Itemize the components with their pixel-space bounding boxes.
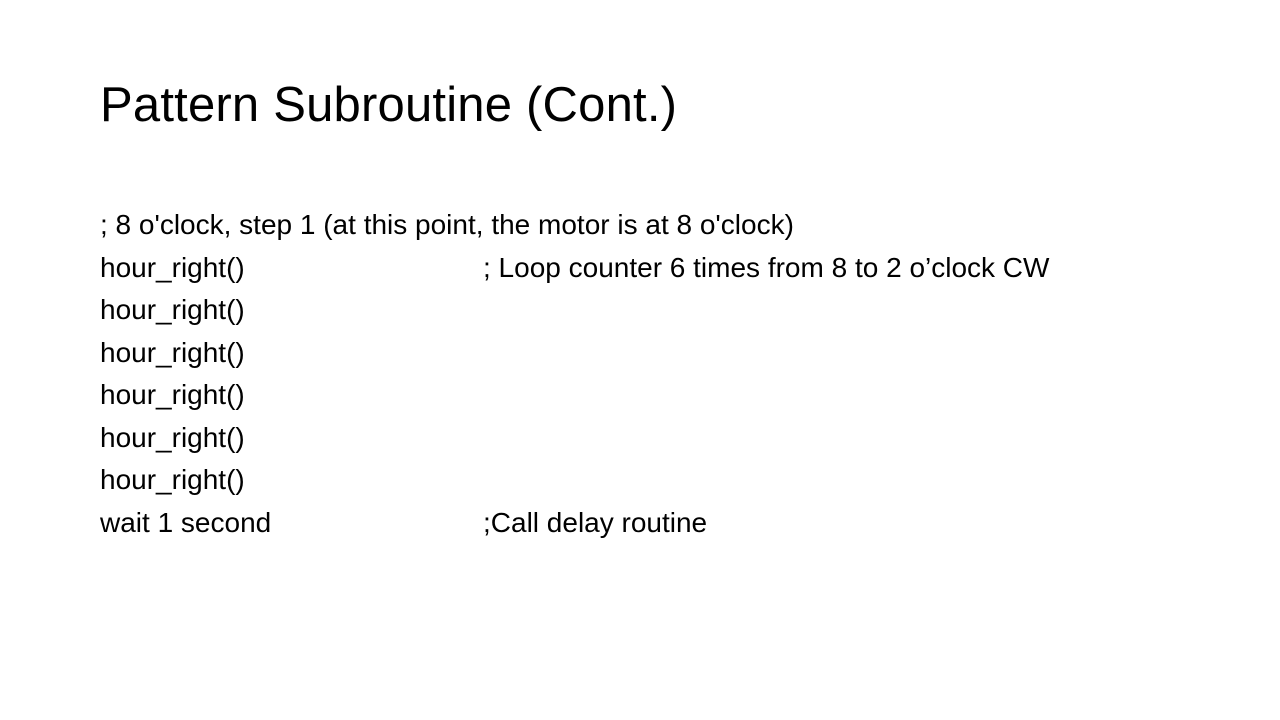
code-statement: hour_right() [100, 336, 245, 368]
code-statement: hour_right() [100, 379, 245, 410]
slide-title: Pattern Subroutine (Cont.) [100, 78, 678, 132]
code-statement: hour_right() [100, 421, 245, 453]
code-statement: ; 8 o'clock, step 1 (at this point, the … [100, 209, 794, 240]
code-line: hour_right() [100, 289, 1200, 332]
code-statement: hour_right() [100, 251, 245, 283]
code-statement: wait 1 second [100, 506, 272, 538]
code-line: hour_right() [100, 374, 1200, 417]
code-comment: ;Call delay routine [483, 506, 708, 538]
slide: Pattern Subroutine (Cont.) ; 8 o'clock, … [0, 0, 1280, 720]
code-line: hour_right() ; Loop counter 6 times from… [100, 247, 1200, 290]
code-listing: ; 8 o'clock, step 1 (at this point, the … [100, 204, 1200, 544]
code-line: wait 1 second ;Call delay routine [100, 502, 1200, 545]
code-statement: hour_right() [100, 294, 245, 325]
code-line: hour_right() [100, 459, 1200, 502]
code-line: ; 8 o'clock, step 1 (at this point, the … [100, 204, 1200, 247]
code-statement: hour_right() [100, 464, 245, 495]
code-line: hour_right() [100, 417, 1200, 460]
code-comment: ; Loop counter 6 times from 8 to 2 o’clo… [483, 251, 1050, 283]
code-line: hour_right() [100, 332, 1200, 375]
